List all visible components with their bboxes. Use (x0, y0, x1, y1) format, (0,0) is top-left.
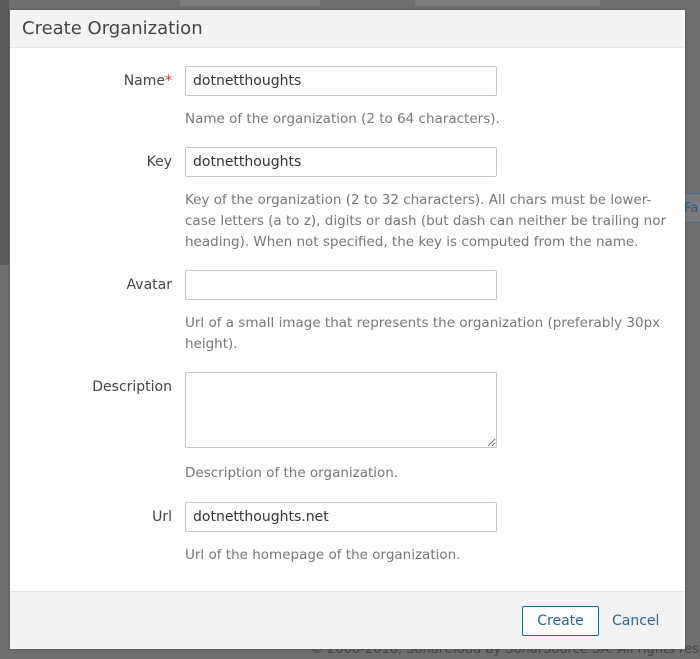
background-tab (180, 0, 320, 6)
modal-header: Create Organization (10, 10, 685, 48)
background-sidebar (0, 0, 9, 265)
key-help-text: Key of the organization (2 to 32 charact… (185, 192, 667, 250)
modal-footer: Create Cancel (10, 591, 685, 649)
key-input[interactable] (185, 147, 497, 177)
avatar-input[interactable] (185, 270, 497, 300)
url-input[interactable] (185, 502, 497, 532)
name-help-text: Name of the organization (2 to 64 charac… (185, 111, 500, 127)
url-help-text: Url of the homepage of the organization. (185, 547, 461, 563)
create-organization-modal: Create Organization Name* Name of the or… (10, 10, 685, 649)
modal-title: Create Organization (22, 18, 203, 39)
background-tab (415, 0, 600, 6)
name-label: Name* (124, 73, 172, 89)
avatar-label: Avatar (126, 277, 172, 293)
avatar-help-text: Url of a small image that represents the… (185, 315, 661, 352)
name-input[interactable] (185, 66, 497, 96)
url-label: Url (152, 509, 172, 525)
required-mark: * (165, 73, 172, 89)
description-help-text: Description of the organization. (185, 465, 399, 481)
cancel-link[interactable]: Cancel (612, 606, 659, 636)
description-textarea[interactable] (185, 372, 497, 448)
key-label: Key (146, 154, 172, 170)
modal-body: Name* Name of the organization (2 to 64 … (10, 48, 685, 591)
description-label: Description (92, 379, 172, 395)
create-button[interactable]: Create (522, 606, 599, 636)
name-label-text: Name (123, 73, 165, 89)
